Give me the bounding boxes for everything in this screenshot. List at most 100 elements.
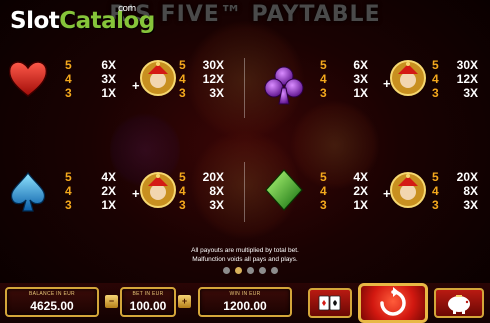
count-4: 4 — [320, 184, 327, 198]
jester-payout-column: 20X 8X 3X — [452, 170, 478, 212]
payout-5: 20X — [202, 170, 224, 184]
watermark-suffix: com — [118, 4, 136, 14]
count-3: 3 — [320, 198, 327, 212]
count-5: 5 — [432, 170, 439, 184]
payout-5: 4X — [353, 170, 368, 184]
footnote-line2: Malfunction voids all pays and plays. — [192, 256, 298, 263]
page-dot[interactable] — [259, 267, 266, 274]
count-4: 4 — [432, 72, 439, 86]
paytable-button[interactable] — [308, 288, 352, 318]
payout-4: 12X — [456, 72, 478, 86]
payout-5: 30X — [202, 58, 224, 72]
payout-4: 3X — [353, 72, 368, 86]
count-3: 3 — [65, 86, 72, 100]
count-column: 5 4 3 — [179, 170, 186, 212]
page-dot[interactable] — [223, 267, 230, 274]
jester-coin-icon — [390, 60, 426, 96]
jester-coin-icon — [140, 172, 176, 208]
payout-5: 30X — [456, 58, 478, 72]
payout-column: 4X 2X 1X — [96, 170, 116, 212]
count-3: 3 — [179, 198, 186, 212]
payout-3: 3X — [463, 86, 478, 100]
jester-coin-icon — [390, 172, 426, 208]
count-3: 3 — [432, 86, 439, 100]
club-icon — [264, 66, 304, 105]
win-panel: WIN IN EUR 1200.00 — [198, 287, 292, 317]
count-column: 5 4 3 — [65, 58, 72, 100]
count-3: 3 — [65, 198, 72, 212]
plus-sign: + — [132, 186, 140, 201]
jester-payout-column: 30X 12X 3X — [452, 58, 478, 100]
footnote-line1: All payouts are multiplied by total bet. — [191, 247, 299, 254]
spin-arrow-icon — [380, 287, 406, 316]
payout-5: 4X — [101, 170, 116, 184]
payout-4: 8X — [209, 184, 224, 198]
page-dot[interactable] — [271, 267, 278, 274]
payout-column: 6X 3X 1X — [96, 58, 116, 100]
balance-value: 4625.00 — [30, 299, 74, 313]
page-dot-active[interactable] — [235, 267, 242, 274]
page-dot[interactable] — [247, 267, 254, 274]
payout-4: 12X — [202, 72, 224, 86]
count-4: 4 — [65, 184, 72, 198]
payout-4: 8X — [463, 184, 478, 198]
payout-5: 6X — [101, 58, 116, 72]
bet-increase-button[interactable]: + — [178, 295, 191, 308]
count-4: 4 — [320, 72, 327, 86]
watermark-part1: Slot — [10, 8, 60, 34]
count-column: 5 4 3 — [320, 170, 327, 212]
count-5: 5 — [320, 170, 327, 184]
spin-button[interactable] — [358, 283, 428, 323]
count-5: 5 — [179, 170, 186, 184]
bet-panel: BET IN EUR 100.00 — [120, 287, 176, 317]
payout-4: 2X — [353, 184, 368, 198]
count-column: 5 4 3 — [179, 58, 186, 100]
count-4: 4 — [179, 184, 186, 198]
count-5: 5 — [432, 58, 439, 72]
watermark-part2: Catalog — [59, 8, 155, 34]
plus-sign: + — [132, 78, 140, 93]
diamond-icon — [265, 169, 303, 211]
count-4: 4 — [432, 184, 439, 198]
payout-3: 3X — [209, 198, 224, 212]
count-column: 5 4 3 — [432, 58, 439, 100]
payout-3: 1X — [101, 198, 116, 212]
payout-column: 6X 3X 1X — [348, 58, 368, 100]
spade-icon — [10, 171, 46, 212]
jester-payout-column: 20X 8X 3X — [200, 170, 224, 212]
count-5: 5 — [65, 58, 72, 72]
cards-icon — [318, 295, 341, 311]
balance-label: BALANCE IN EUR — [29, 291, 75, 297]
bet-label: BET IN EUR — [132, 291, 164, 297]
payout-5: 6X — [353, 58, 368, 72]
watermark-logo: SlotCatalog com — [10, 4, 155, 34]
payout-4: 2X — [101, 184, 116, 198]
count-column: 5 4 3 — [432, 170, 439, 212]
bet-value: 100.00 — [129, 299, 167, 313]
count-3: 3 — [432, 198, 439, 212]
payout-3: 1X — [353, 86, 368, 100]
game-screen: R'S FIVE™ PAYTABLE SlotCatalog com 5 4 3… — [0, 0, 490, 323]
gamble-button[interactable] — [434, 288, 484, 318]
page-indicator — [223, 267, 278, 274]
payout-3: 3X — [209, 86, 224, 100]
payout-4: 3X — [101, 72, 116, 86]
balance-panel: BALANCE IN EUR 4625.00 — [5, 287, 99, 317]
piggy-bank-icon — [448, 295, 470, 314]
jester-coin-icon — [140, 60, 176, 96]
count-column: 5 4 3 — [65, 170, 72, 212]
payout-5: 20X — [456, 170, 478, 184]
column-divider — [244, 162, 245, 222]
payout-3: 1X — [353, 198, 368, 212]
count-3: 3 — [179, 86, 186, 100]
count-3: 3 — [320, 86, 327, 100]
heart-icon — [8, 61, 48, 97]
count-column: 5 4 3 — [320, 58, 327, 100]
jester-payout-column: 30X 12X 3X — [200, 58, 224, 100]
count-4: 4 — [65, 72, 72, 86]
payout-3: 3X — [463, 198, 478, 212]
bet-decrease-button[interactable]: − — [105, 295, 118, 308]
count-5: 5 — [65, 170, 72, 184]
win-value: 1200.00 — [223, 299, 267, 313]
win-label: WIN IN EUR — [229, 291, 261, 297]
